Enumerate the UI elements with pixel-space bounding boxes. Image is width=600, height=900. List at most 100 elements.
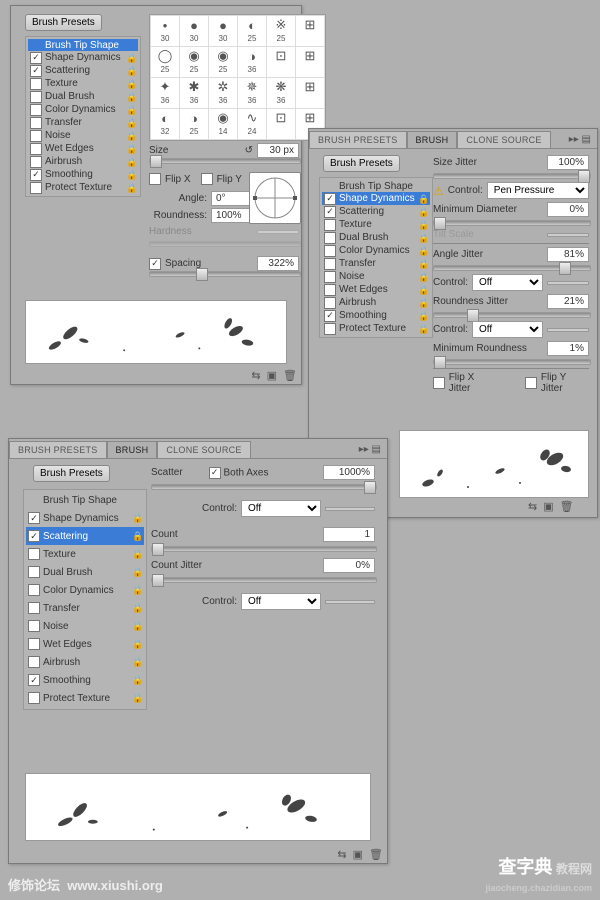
option-noise[interactable]: Noise🔒: [26, 617, 144, 635]
option-wet-edges[interactable]: Wet Edges🔒: [322, 283, 430, 296]
size-slider[interactable]: [149, 158, 301, 164]
count-slider[interactable]: [151, 546, 377, 552]
lock-icon[interactable]: 🔒: [418, 311, 428, 321]
angle-jitter-field[interactable]: 81%: [547, 247, 589, 262]
size-jitter-field[interactable]: 100%: [547, 155, 589, 170]
scatter-field[interactable]: 1000%: [323, 465, 375, 480]
option-checkbox[interactable]: [324, 193, 336, 205]
option-checkbox[interactable]: [28, 656, 40, 668]
option-checkbox[interactable]: [30, 143, 42, 155]
new-icon[interactable]: ▣: [353, 848, 363, 861]
option-scattering[interactable]: Scattering🔒: [322, 205, 430, 218]
scatter-control-select[interactable]: Off: [241, 500, 321, 517]
brush-thumb[interactable]: ※25: [267, 16, 295, 46]
flip-x-checkbox[interactable]: [149, 173, 161, 185]
flip-x-jitter-checkbox[interactable]: [433, 377, 445, 389]
brush-presets-button[interactable]: Brush Presets: [25, 14, 102, 31]
brush-thumb[interactable]: ◑36: [238, 47, 266, 77]
lock-icon[interactable]: 🔒: [126, 118, 136, 128]
brush-thumb[interactable]: ●30: [180, 16, 208, 46]
brush-thumb[interactable]: ◉14: [209, 109, 237, 139]
both-axes-checkbox[interactable]: [209, 467, 221, 479]
brush-thumb[interactable]: ◉25: [180, 47, 208, 77]
lock-icon[interactable]: 🔒: [126, 53, 136, 63]
angle-widget[interactable]: [249, 172, 301, 224]
lock-icon[interactable]: 🔒: [132, 621, 142, 631]
option-color-dynamics[interactable]: Color Dynamics🔒: [322, 244, 430, 257]
option-checkbox[interactable]: [28, 512, 40, 524]
brush-thumb[interactable]: •30: [151, 16, 179, 46]
option-texture[interactable]: Texture🔒: [28, 77, 138, 90]
lock-icon[interactable]: 🔒: [132, 675, 142, 685]
new-icon[interactable]: ▣: [543, 500, 553, 513]
brush-thumb[interactable]: ✦36: [151, 78, 179, 108]
collapse-icon[interactable]: ▸▸ ▤: [563, 131, 597, 148]
brush-thumb[interactable]: ✵36: [238, 78, 266, 108]
option-shape-dynamics[interactable]: Shape Dynamics🔒: [28, 51, 138, 64]
option-checkbox[interactable]: [30, 78, 42, 90]
brush-thumb[interactable]: ✱36: [180, 78, 208, 108]
option-transfer[interactable]: Transfer🔒: [28, 116, 138, 129]
lock-icon[interactable]: 🔒: [132, 513, 142, 523]
spacing-slider[interactable]: [149, 271, 301, 277]
option-checkbox[interactable]: [30, 91, 42, 103]
size-jitter-slider[interactable]: [433, 173, 591, 179]
option-checkbox[interactable]: [28, 584, 40, 596]
lock-icon[interactable]: 🔒: [126, 92, 136, 102]
lock-icon[interactable]: 🔒: [418, 246, 428, 256]
option-checkbox[interactable]: [28, 602, 40, 614]
lock-icon[interactable]: 🔒: [132, 531, 142, 541]
brush-thumb[interactable]: ⊞: [296, 47, 324, 77]
option-checkbox[interactable]: [324, 245, 336, 257]
option-dual-brush[interactable]: Dual Brush🔒: [28, 90, 138, 103]
lock-icon[interactable]: 🔒: [126, 183, 136, 193]
collapse-icon[interactable]: ▸▸ ▤: [353, 441, 387, 458]
option-checkbox[interactable]: [324, 297, 336, 309]
option-protect-texture[interactable]: Protect Texture🔒: [322, 322, 430, 335]
lock-icon[interactable]: 🔒: [418, 207, 428, 217]
brush-thumb[interactable]: ◑25: [180, 109, 208, 139]
lock-icon[interactable]: 🔒: [418, 233, 428, 243]
brush-thumb[interactable]: ◐32: [151, 109, 179, 139]
option-checkbox[interactable]: [30, 169, 42, 181]
option-checkbox[interactable]: [30, 117, 42, 129]
roundness-jitter-slider[interactable]: [433, 312, 591, 318]
scatter-slider[interactable]: [151, 484, 377, 490]
option-protect-texture[interactable]: Protect Texture🔒: [28, 181, 138, 194]
lock-icon[interactable]: 🔒: [126, 66, 136, 76]
option-noise[interactable]: Noise🔒: [322, 270, 430, 283]
roundness-field[interactable]: 100%: [211, 208, 253, 223]
brush-thumb[interactable]: ❋36: [267, 78, 295, 108]
option-smoothing[interactable]: Smoothing🔒: [28, 168, 138, 181]
option-checkbox[interactable]: [324, 310, 336, 322]
option-smoothing[interactable]: Smoothing🔒: [26, 671, 144, 689]
option-checkbox[interactable]: [28, 638, 40, 650]
brush-thumb[interactable]: ⊡: [267, 47, 295, 77]
lock-icon[interactable]: 🔒: [126, 105, 136, 115]
lock-icon[interactable]: 🔒: [132, 639, 142, 649]
trash-icon[interactable]: 🗑: [369, 848, 383, 861]
flip-y-checkbox[interactable]: [201, 173, 213, 185]
option-texture[interactable]: Texture🔒: [322, 218, 430, 231]
option-transfer[interactable]: Transfer🔒: [26, 599, 144, 617]
spacing-field[interactable]: 322%: [257, 256, 299, 271]
option-checkbox[interactable]: [324, 284, 336, 296]
lock-icon[interactable]: 🔒: [418, 285, 428, 295]
option-wet-edges[interactable]: Wet Edges🔒: [28, 142, 138, 155]
option-shape-dynamics[interactable]: Shape Dynamics🔒: [26, 509, 144, 527]
option-airbrush[interactable]: Airbrush🔒: [322, 296, 430, 309]
brush-thumb[interactable]: ◉25: [209, 47, 237, 77]
option-checkbox[interactable]: [28, 620, 40, 632]
option-checkbox[interactable]: [28, 530, 40, 542]
brush-presets-button[interactable]: Brush Presets: [323, 155, 400, 172]
lock-icon[interactable]: 🔒: [418, 259, 428, 269]
option-checkbox[interactable]: [30, 182, 42, 194]
option-noise[interactable]: Noise🔒: [28, 129, 138, 142]
option-brush-tip-shape[interactable]: Brush Tip Shape: [322, 180, 430, 192]
option-color-dynamics[interactable]: Color Dynamics🔒: [26, 581, 144, 599]
option-scattering[interactable]: Scattering🔒: [26, 527, 144, 545]
brush-thumb[interactable]: ◐25: [238, 16, 266, 46]
trash-icon[interactable]: 🗑: [560, 500, 574, 513]
lock-icon[interactable]: 🔒: [126, 144, 136, 154]
toggle-icon[interactable]: ⇆: [337, 848, 346, 861]
